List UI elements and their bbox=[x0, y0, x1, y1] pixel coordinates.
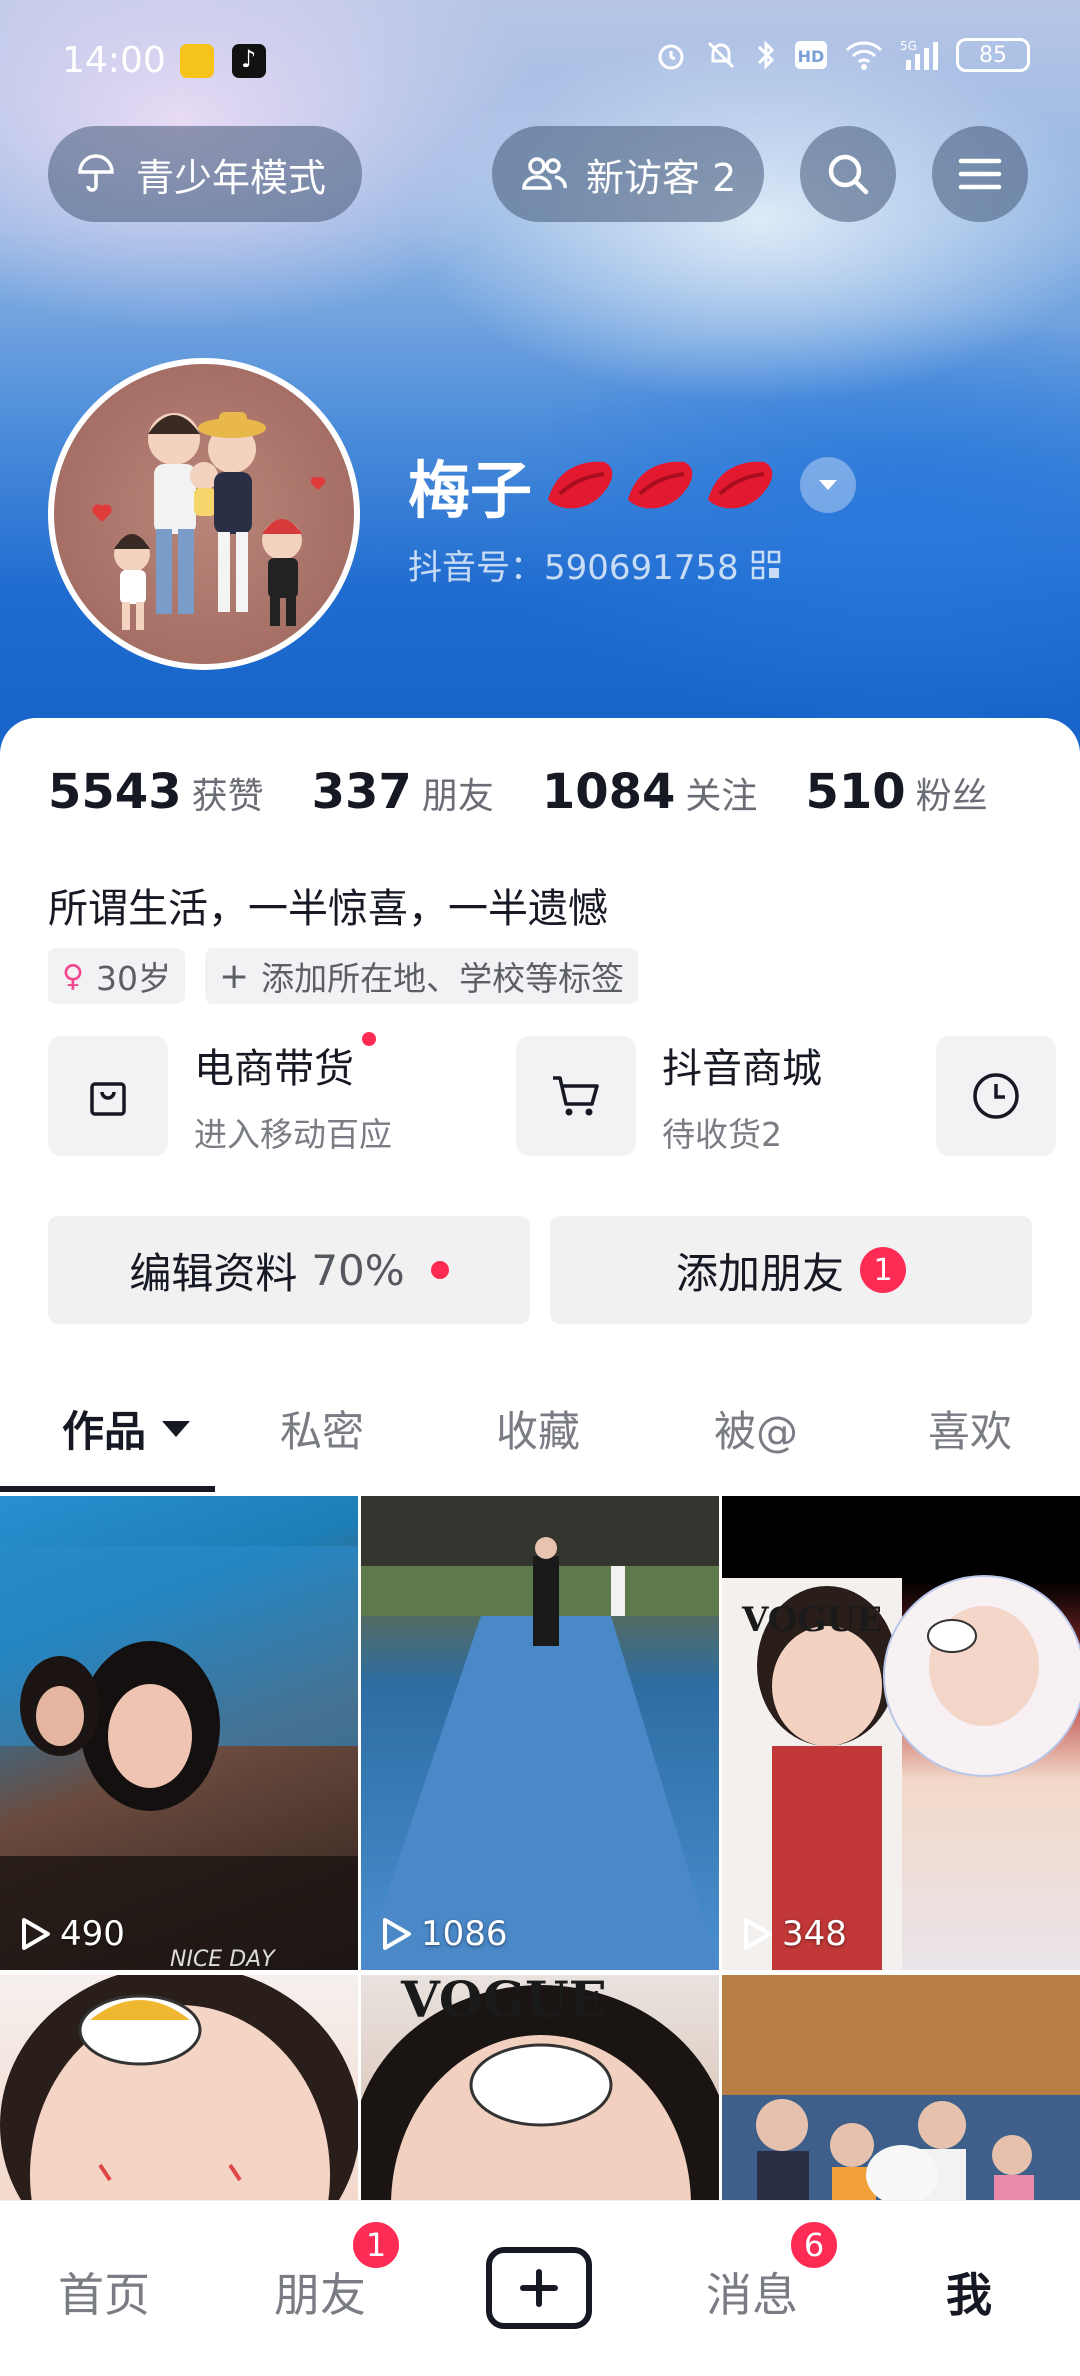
douyin-id[interactable]: 抖音号：590691758 bbox=[408, 540, 781, 589]
profile-name-row: 梅子 bbox=[408, 440, 857, 530]
family-cartoon-image bbox=[92, 412, 326, 630]
account-switch-button[interactable] bbox=[800, 457, 857, 513]
edit-profile-button[interactable]: 编辑资料 70% bbox=[48, 1216, 530, 1324]
svg-text:5G: 5G bbox=[900, 39, 917, 53]
lips-emoji-icon bbox=[628, 461, 693, 509]
svg-text:VOGUE: VOGUE bbox=[400, 1975, 607, 2029]
tab-mentions[interactable]: 被@ bbox=[714, 1398, 798, 1459]
alarm-icon bbox=[658, 44, 684, 70]
plus-icon: + bbox=[218, 955, 250, 997]
youth-mode-button[interactable]: 青少年模式 bbox=[48, 126, 362, 222]
add-friend-label: 添加朋友 bbox=[675, 1248, 844, 1298]
avatar[interactable] bbox=[48, 358, 360, 670]
mall-title: 抖音商城 bbox=[662, 1046, 822, 1092]
stat-likes[interactable]: 5543 获赞 bbox=[48, 764, 264, 820]
users-icon bbox=[522, 157, 567, 190]
svg-text:HD: HD bbox=[798, 47, 825, 66]
stat-followers[interactable]: 510 粉丝 bbox=[805, 764, 987, 820]
play-icon bbox=[744, 1918, 772, 1950]
play-icon bbox=[22, 1918, 50, 1950]
ecommerce-title: 电商带货 bbox=[194, 1046, 354, 1092]
nav-home[interactable]: 首页 bbox=[58, 2259, 150, 2325]
edit-profile-label: 编辑资料 bbox=[129, 1248, 298, 1298]
video-thumbnail[interactable]: 1086 bbox=[361, 1496, 719, 1970]
nav-friends[interactable]: 朋友 1 bbox=[274, 2219, 402, 2325]
profile-tabs: 作品 私密 收藏 被@ 喜欢 bbox=[0, 1398, 1080, 1492]
profile-stats: 5543 获赞 337 朋友 1084 关注 510 粉丝 bbox=[48, 764, 1036, 820]
search-button[interactable] bbox=[800, 126, 896, 222]
profile-name: 梅子 bbox=[408, 454, 533, 527]
qr-code-icon bbox=[751, 550, 780, 579]
play-icon bbox=[383, 1918, 411, 1950]
search-icon bbox=[828, 154, 869, 195]
ecommerce-subtitle: 进入移动百应 bbox=[194, 1115, 392, 1154]
hamburger-menu-icon bbox=[958, 158, 1002, 190]
profile-completion-percent: 70% bbox=[311, 1245, 405, 1295]
tab-favorites[interactable]: 收藏 bbox=[496, 1398, 580, 1459]
shopping-cart-icon bbox=[553, 1076, 599, 1116]
svg-text:NICE DAY: NICE DAY bbox=[170, 1947, 276, 1970]
profile-bio: 所谓生活，一半惊喜，一半遗憾 bbox=[48, 886, 608, 932]
friends-badge: 1 bbox=[350, 2219, 402, 2271]
plus-icon bbox=[520, 2269, 558, 2307]
nav-me[interactable]: 我 bbox=[946, 2259, 992, 2325]
video-thumbnail[interactable]: NICE DAY 490 bbox=[0, 1496, 358, 1970]
play-count: 348 bbox=[740, 1914, 847, 1954]
play-count: 1086 bbox=[379, 1914, 508, 1954]
new-visitors-button[interactable]: 新访客 2 bbox=[492, 126, 764, 222]
video-thumbnail[interactable]: VOGUE 348 bbox=[722, 1496, 1080, 1970]
caret-down-icon bbox=[162, 1420, 191, 1437]
shopping-bag-icon bbox=[90, 1082, 126, 1116]
female-gender-icon: ♀ bbox=[62, 958, 84, 994]
lips-emoji-icon bbox=[708, 461, 773, 509]
douyin-notification-icon bbox=[232, 44, 266, 78]
add-friend-button[interactable]: 添加朋友 1 bbox=[550, 1216, 1032, 1324]
wifi-icon bbox=[845, 41, 883, 70]
watch-history-entry[interactable] bbox=[936, 1036, 1056, 1156]
mall-subtitle: 待收货2 bbox=[662, 1115, 782, 1154]
video-frame-image: VOGUE bbox=[722, 1496, 1080, 1970]
hd-icon: HD bbox=[795, 41, 827, 69]
caret-down-icon bbox=[819, 480, 838, 490]
clock-icon bbox=[973, 1073, 1019, 1119]
play-count: 490 bbox=[18, 1914, 125, 1954]
youth-mode-label: 青少年模式 bbox=[136, 155, 327, 200]
bluetooth-icon bbox=[757, 40, 775, 70]
lips-emoji-icon bbox=[548, 461, 613, 509]
battery-indicator: 85 bbox=[956, 38, 1030, 72]
stat-following[interactable]: 1084 关注 bbox=[542, 764, 758, 820]
status-time: 14:00 bbox=[62, 40, 166, 81]
ecommerce-red-dot bbox=[362, 1032, 376, 1046]
age-tag: ♀ 30岁 bbox=[48, 948, 185, 1004]
mute-icon bbox=[707, 41, 735, 69]
stat-friends[interactable]: 337 朋友 bbox=[312, 764, 494, 820]
tab-works[interactable]: 作品 bbox=[62, 1398, 191, 1459]
tab-likes[interactable]: 喜欢 bbox=[928, 1398, 1012, 1459]
ecommerce-entry[interactable]: 电商带货 进入移动百应 bbox=[48, 1032, 392, 1156]
tab-private[interactable]: 私密 bbox=[280, 1398, 364, 1459]
create-post-button[interactable] bbox=[486, 2247, 592, 2329]
umbrella-icon bbox=[78, 154, 114, 192]
douyin-mall-entry[interactable]: 抖音商城 待收货2 bbox=[516, 1036, 822, 1156]
edit-profile-red-dot bbox=[430, 1261, 449, 1279]
status-bar: 14:00 HD 5G 85 bbox=[0, 0, 1080, 120]
active-tab-indicator bbox=[0, 1486, 215, 1492]
signal-5g-icon: 5G bbox=[900, 39, 938, 70]
video-frame-image: NICE DAY bbox=[0, 1546, 358, 1970]
video-frame-image bbox=[361, 1496, 719, 1970]
menu-button[interactable] bbox=[932, 126, 1028, 222]
svg-text:VOGUE: VOGUE bbox=[741, 1600, 882, 1640]
nav-messages[interactable]: 消息 6 bbox=[706, 2219, 840, 2325]
profile-tags: ♀ 30岁 + 添加所在地、学校等标签 bbox=[48, 948, 639, 1004]
bottom-navigation: 首页 朋友 1 消息 6 我 bbox=[0, 2200, 1080, 2376]
app-notification-icon bbox=[180, 44, 214, 78]
messages-badge: 6 bbox=[788, 2219, 840, 2271]
new-visitors-label: 新访客 2 bbox=[586, 155, 737, 200]
douyin-id-text: 抖音号：590691758 bbox=[408, 548, 739, 588]
add-tag-button[interactable]: + 添加所在地、学校等标签 bbox=[204, 948, 639, 1004]
add-friend-badge: 1 bbox=[860, 1247, 906, 1293]
